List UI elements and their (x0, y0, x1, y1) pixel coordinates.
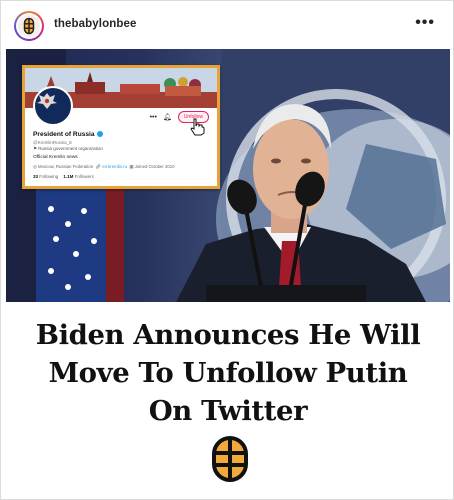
post-username[interactable]: thebabylonbee (54, 18, 136, 30)
government-label: ⚑ Russia government organization (33, 146, 103, 151)
russian-eagle-emblem-icon (37, 93, 57, 109)
tweet-account-bio: Official Kremlin news (33, 155, 78, 160)
account-name-text: President of Russia (33, 131, 95, 138)
joined-date: Joined October 2010 (134, 164, 175, 169)
headline-line-2: Move To Unfollow Putin (48, 357, 408, 389)
headline: Biden Announces He Will Move To Unfollow… (7, 316, 449, 430)
babylon-bee-logo-icon (23, 17, 35, 35)
more-icon[interactable]: ••• (150, 114, 157, 121)
link-icon: 🔗︎ (95, 164, 101, 169)
more-options-icon[interactable]: ••• (415, 14, 435, 32)
tweet-follow-stats: 33 Following 1.1M Followers (33, 174, 94, 179)
headline-line-1: Biden Announces He Will (35, 319, 421, 351)
post-image: ••• 🔔︎ Unfollow President of Russia @Kre… (6, 49, 450, 302)
babylon-bee-logo-icon (212, 436, 248, 482)
tweet-account-handle: @KremlinRussia_E (33, 140, 73, 145)
headline-line-3: On Twitter (148, 395, 308, 427)
followers-label: Followers (74, 174, 94, 179)
avatar[interactable] (14, 11, 44, 41)
following-label: Following (39, 174, 59, 179)
calendar-icon: ▦ (129, 164, 134, 169)
verified-badge-icon (96, 131, 103, 137)
followers-link[interactable]: 1.1M Followers (63, 174, 94, 179)
hand-cursor-icon (190, 118, 205, 136)
tweet-account-avatar[interactable] (33, 86, 73, 126)
followers-count: 1.1M (63, 174, 74, 179)
location-icon: ◎ (33, 164, 37, 169)
tweet-account-meta: ◎ Moscow, Russian Federation 🔗︎ en.kreml… (33, 164, 175, 170)
post-header: thebabylonbee ••• (1, 1, 453, 49)
location-text: Moscow, Russian Federation (37, 164, 94, 169)
government-label-text: Russia government organization (38, 146, 103, 151)
tweet-profile-card: ••• 🔔︎ Unfollow President of Russia @Kre… (22, 65, 220, 189)
website-link[interactable]: en.kremlin.ru (102, 164, 127, 169)
tweet-account-name: President of Russia (33, 131, 103, 138)
post-caption-area: Biden Announces He Will Move To Unfollow… (7, 309, 449, 499)
instagram-post: thebabylonbee ••• ••• 🔔︎ Unfollow Presid… (0, 0, 454, 500)
notifications-icon[interactable]: 🔔︎ (163, 113, 172, 121)
following-link[interactable]: 33 Following (33, 174, 58, 179)
